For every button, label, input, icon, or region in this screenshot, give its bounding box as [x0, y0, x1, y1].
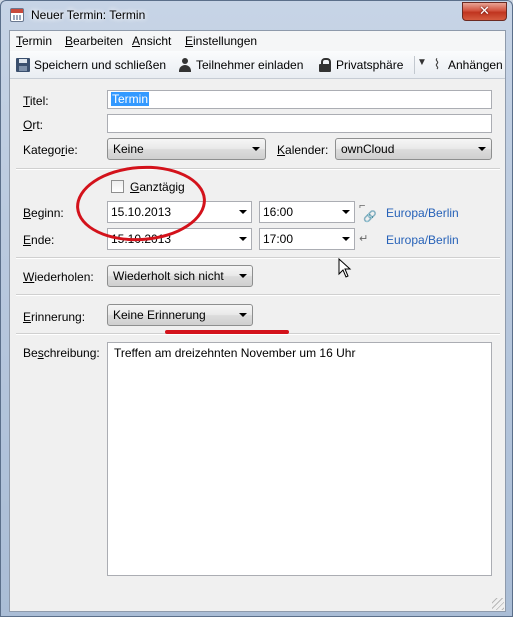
chevron-down-icon[interactable]: [239, 210, 247, 214]
description-textarea[interactable]: Treffen am dreizehnten November um 16 Uh…: [107, 342, 492, 576]
start-time-picker[interactable]: 16:00: [259, 201, 355, 223]
title-label: Titel:: [23, 94, 49, 108]
menu-bearbeiten[interactable]: Bearbeiten: [65, 34, 123, 48]
save-icon: [16, 58, 30, 72]
menu-mnemonic: A: [132, 34, 141, 48]
lock-icon: [318, 58, 332, 72]
repeat-value: Wiederholt sich nicht: [113, 269, 224, 283]
end-time-picker[interactable]: 17:00: [259, 228, 355, 250]
repeat-select[interactable]: Wiederholt sich nicht: [107, 265, 253, 287]
label-mnemonic: K: [277, 143, 286, 157]
chevron-down-icon: [239, 313, 247, 317]
calendar-icon: [10, 8, 24, 22]
privacy-button[interactable]: Privatsphäre: [318, 55, 403, 75]
label-text: iederholen:: [34, 270, 94, 284]
category-label: Kategorie:: [23, 143, 78, 157]
category-value: Keine: [113, 142, 144, 156]
menu-einstellungen[interactable]: Einstellungen: [185, 34, 257, 48]
divider: [16, 168, 500, 170]
dialog-client: Termin Bearbeiten Ansicht Einstellungen …: [9, 30, 506, 612]
reminder-select[interactable]: Keine Erinnerung: [107, 304, 253, 326]
resize-grip-icon[interactable]: [492, 598, 504, 610]
repeat-label: Wiederholen:: [23, 270, 94, 284]
attach-label: Anhängen: [448, 58, 503, 72]
person-icon: [178, 58, 192, 72]
label-text: rinnerung:: [31, 310, 86, 324]
divider: [16, 257, 500, 259]
calendar-select[interactable]: ownCloud: [335, 138, 492, 160]
menu-label: earbeiten: [73, 34, 124, 48]
privacy-dropdown-arrow-icon[interactable]: ▼: [417, 57, 427, 68]
divider: [16, 294, 500, 296]
start-label: Beginn:: [23, 206, 64, 220]
chevron-down-icon[interactable]: [239, 237, 247, 241]
label-mnemonic: T: [23, 94, 30, 108]
chevron-down-icon[interactable]: [342, 237, 350, 241]
label-text: Katego: [23, 143, 62, 157]
calendar-value: ownCloud: [341, 142, 395, 156]
chevron-down-icon: [478, 147, 486, 151]
window-title: Neuer Termin: Termin: [31, 8, 146, 22]
privacy-label: Privatsphäre: [336, 58, 404, 72]
mouse-cursor-icon: [338, 258, 352, 278]
chevron-down-icon: [239, 274, 247, 278]
start-time-value: 16:00: [263, 205, 294, 219]
label-text: eginn:: [31, 206, 64, 220]
location-input[interactable]: [107, 114, 492, 133]
end-label: Ende:: [23, 233, 54, 247]
menu-mnemonic: B: [65, 34, 74, 48]
end-timezone-link[interactable]: Europa/Berlin: [386, 233, 459, 247]
toolbar-separator: [414, 56, 415, 74]
label-text: nde:: [31, 233, 55, 247]
label-text: ie:: [65, 143, 78, 157]
label-text: chreibung:: [43, 346, 100, 360]
description-label: Beschreibung:: [23, 346, 100, 360]
label-mnemonic: W: [23, 270, 35, 284]
reminder-value: Keine Erinnerung: [113, 308, 206, 322]
location-label: Ort:: [23, 118, 43, 132]
menu-label: instellungen: [193, 34, 258, 48]
link-bracket-icon: ↵: [359, 233, 369, 245]
menu-label: ermin: [22, 34, 53, 48]
category-select[interactable]: Keine: [107, 138, 266, 160]
annotation-underline: [165, 330, 289, 334]
label-text: Be: [23, 346, 38, 360]
reminder-label: Erinnerung:: [23, 310, 85, 324]
title-bar[interactable]: Neuer Termin: Termin ✕: [1, 1, 512, 29]
chain-link-icon[interactable]: 🔗: [363, 212, 377, 223]
invite-label: Teilnehmer einladen: [196, 58, 304, 72]
invite-attendees-button[interactable]: Teilnehmer einladen: [178, 55, 303, 75]
label-mnemonic: E: [23, 310, 32, 324]
menu-bar: Termin Bearbeiten Ansicht Einstellungen: [10, 31, 505, 51]
label-text: rt:: [32, 118, 44, 132]
calendar-label: Kalender:: [277, 143, 328, 157]
paperclip-icon: ⌇: [433, 56, 441, 72]
chevron-down-icon: [252, 147, 260, 151]
end-time-value: 17:00: [263, 232, 294, 246]
window-frame: Neuer Termin: Termin ✕ Termin Bearbeiten…: [0, 0, 513, 617]
label-text: itel:: [29, 94, 49, 108]
label-mnemonic: E: [23, 233, 32, 247]
chevron-down-icon[interactable]: [342, 210, 350, 214]
save-label: Speichern und schließen: [34, 58, 167, 72]
save-and-close-button[interactable]: Speichern und schließen: [16, 55, 166, 75]
toolbar: Speichern und schließen Teilnehmer einla…: [10, 51, 505, 79]
title-input-value: Termin: [111, 92, 150, 106]
label-text: alender:: [285, 143, 329, 157]
label-mnemonic: B: [23, 206, 32, 220]
attach-button[interactable]: ⌇ Anhängen: [430, 55, 503, 75]
title-input[interactable]: Termin: [107, 90, 492, 109]
menu-ansicht[interactable]: Ansicht: [132, 34, 171, 48]
menu-label: nsicht: [140, 34, 172, 48]
start-timezone-link[interactable]: Europa/Berlin: [386, 206, 459, 220]
label-mnemonic: O: [23, 118, 33, 132]
menu-termin[interactable]: Termin: [16, 34, 52, 48]
menu-mnemonic: E: [185, 34, 194, 48]
close-button[interactable]: ✕: [462, 2, 507, 21]
